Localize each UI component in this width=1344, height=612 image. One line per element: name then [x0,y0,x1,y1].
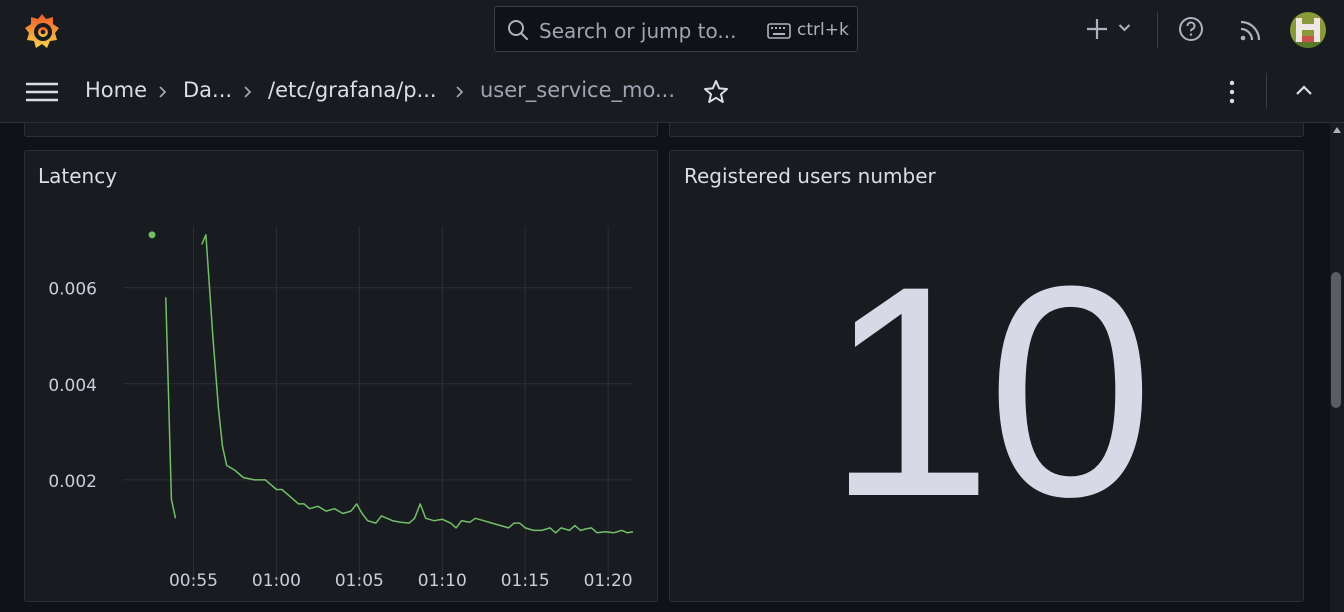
menu-icon[interactable] [26,82,58,102]
x-tick-label: 01:20 [584,571,633,591]
more-options-icon[interactable] [1223,79,1241,105]
registered-users-panel[interactable]: Registered users number 10 [669,150,1304,602]
x-tick-label: 00:55 [169,571,218,591]
news-feed-icon[interactable] [1239,18,1263,42]
scroll-up-arrow-icon[interactable] [1333,127,1341,133]
breadcrumb-home[interactable]: Home [85,78,147,102]
panel-title: Registered users number [684,164,936,188]
divider [1266,73,1267,109]
scrollbar-thumb[interactable] [1331,272,1341,408]
y-tick-label: 0.006 [48,280,97,300]
chevron-up-icon[interactable] [1293,83,1315,97]
add-icon[interactable] [1086,17,1108,41]
x-tick-label: 01:00 [252,571,301,591]
latency-chart[interactable]: 0.002 0.004 0.006 00:55 01:00 01:05 01:10 01:15… [25,151,657,601]
breadcrumb-dashboard[interactable]: user_service_mo... [480,78,675,102]
series-line [165,297,177,519]
data-point [148,231,156,239]
stat-value: 10 [826,223,1154,559]
top-bar: Search or jump to... ctrl+k [0,0,1344,62]
y-tick-label: 0.002 [48,472,97,492]
chevron-right-icon [159,86,167,98]
y-tick-label: 0.004 [48,376,97,396]
latency-panel[interactable]: Latency 0.002 0.004 0.006 00:55 01:00 01:05 01… [24,150,658,602]
help-icon[interactable] [1178,16,1204,42]
user-avatar[interactable] [1290,12,1326,48]
chevron-right-icon [244,86,252,98]
chevron-right-icon [456,86,464,98]
chevron-down-icon[interactable] [1118,23,1131,33]
search-shortcut: ctrl+k [797,20,849,40]
breadcrumb-bar: Home Da... /etc/grafana/p... user_servic… [0,61,1344,123]
breadcrumb-dashboards[interactable]: Da... [183,78,232,102]
search-placeholder: Search or jump to... [539,19,737,43]
search-icon [508,20,528,40]
grafana-logo-icon[interactable] [22,11,62,51]
search-bar[interactable]: Search or jump to... ctrl+k [494,6,858,52]
x-tick-label: 01:10 [418,571,467,591]
x-tick-label: 01:05 [335,571,384,591]
keyboard-icon [767,23,791,39]
breadcrumb-folder[interactable]: /etc/grafana/p... [268,78,437,102]
x-tick-label: 01:15 [501,571,550,591]
star-icon[interactable] [703,79,729,105]
divider [1157,12,1158,48]
